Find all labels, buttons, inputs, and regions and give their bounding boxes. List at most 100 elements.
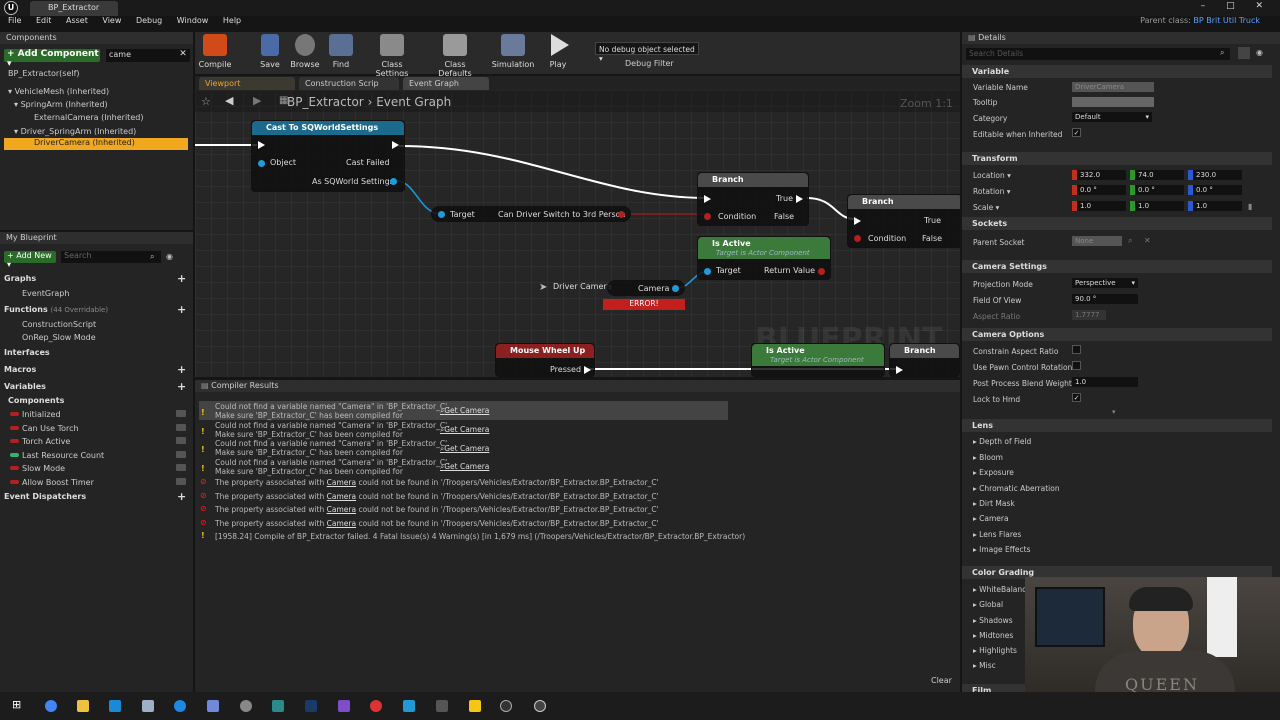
tooltip-field[interactable] xyxy=(1072,97,1154,107)
color-item[interactable]: ▸ Global xyxy=(973,600,1003,609)
unreal-taskbar-icon[interactable] xyxy=(500,700,512,712)
class-settings-button[interactable]: Class Settings xyxy=(365,32,419,78)
variable-item[interactable]: Torch Active xyxy=(22,437,70,446)
tree-item-driver-springarm[interactable]: ▾ Driver_SpringArm (Inherited) xyxy=(14,127,136,136)
visibility-icon[interactable] xyxy=(176,410,186,417)
chrome-icon[interactable] xyxy=(45,700,57,712)
steam-icon[interactable] xyxy=(109,700,121,712)
can-driver-switch-node[interactable]: Target Can Driver Switch to 3rd Person xyxy=(431,206,631,222)
browser-icon[interactable] xyxy=(174,700,186,712)
visibility-icon[interactable] xyxy=(176,451,186,458)
tree-item-springarm[interactable]: ▾ SpringArm (Inherited) xyxy=(14,100,108,109)
lens-item[interactable]: ▸ Camera xyxy=(973,514,1009,523)
cast-node[interactable]: Cast To SQWorldSettings Object Cast Fail… xyxy=(251,120,405,192)
obs-icon[interactable] xyxy=(534,700,546,712)
get-camera-link[interactable]: ⌕Get Camera xyxy=(440,444,489,454)
condition-pin[interactable] xyxy=(854,235,861,242)
tab-event-graph[interactable]: Event Graph xyxy=(403,77,489,90)
exec-in-pin[interactable] xyxy=(896,366,903,374)
exec-out-pin[interactable] xyxy=(392,141,399,149)
components-tab[interactable]: Components xyxy=(0,32,193,44)
aspect-ratio-field[interactable]: 1.7777 xyxy=(1072,310,1106,320)
lock-hmd-checkbox[interactable]: ✓ xyxy=(1072,393,1081,402)
details-tab[interactable]: ▤ Details xyxy=(962,32,1280,44)
visibility-icon[interactable] xyxy=(176,424,186,431)
visual-studio-icon[interactable] xyxy=(338,700,350,712)
lens-item[interactable]: ▸ Depth of Field xyxy=(973,437,1031,446)
variable-item[interactable]: Initialized xyxy=(22,410,61,419)
browse-button[interactable]: Browse xyxy=(289,32,321,69)
sockets-section[interactable]: Sockets xyxy=(962,217,1272,230)
menu-asset[interactable]: Asset xyxy=(66,16,88,25)
app-icon[interactable] xyxy=(403,700,415,712)
camera-link[interactable]: Camera xyxy=(327,492,356,501)
add-dispatcher-icon[interactable]: + xyxy=(177,490,186,503)
menu-file[interactable]: File xyxy=(8,16,21,25)
parent-socket-field[interactable]: None xyxy=(1072,236,1122,246)
tab-construction-script[interactable]: Construction Scrip xyxy=(299,77,399,90)
event-graph-canvas[interactable]: ☆ ◀ ▶ ▦ BP_Extractor › Event Graph Zoom … xyxy=(195,90,960,377)
record-icon[interactable] xyxy=(370,700,382,712)
branch-node[interactable]: Branch True Condition False xyxy=(697,172,809,226)
lock-icon[interactable]: ▮ xyxy=(1248,202,1252,211)
rotation-x[interactable]: 0.0 ° xyxy=(1072,185,1126,195)
camera-options-section[interactable]: Camera Options xyxy=(962,328,1272,341)
get-camera-link[interactable]: ⌕Get Camera xyxy=(440,425,489,435)
components-variable-category[interactable]: Components xyxy=(8,396,64,405)
play-button[interactable]: Play xyxy=(541,32,575,69)
details-search-input[interactable]: Search Details xyxy=(966,48,1230,60)
color-item[interactable]: ▸ Shadows xyxy=(973,616,1013,625)
add-function-icon[interactable]: + xyxy=(177,303,186,316)
exec-in-pin[interactable] xyxy=(854,217,861,225)
return-pin[interactable] xyxy=(818,268,825,275)
variable-name-field[interactable]: DriverCamera xyxy=(1072,82,1154,92)
camera-link[interactable]: Camera xyxy=(327,478,356,487)
camera-settings-section[interactable]: Camera Settings xyxy=(962,260,1272,273)
color-item[interactable]: ▸ Midtones xyxy=(973,631,1013,640)
target-pin[interactable] xyxy=(704,268,711,275)
return-pin[interactable] xyxy=(618,211,625,218)
is-active-node[interactable]: Is Active Target is Actor Component Targ… xyxy=(697,236,831,280)
is-active-node[interactable]: Is Active Target is Actor Component xyxy=(751,343,885,377)
visibility-icon[interactable] xyxy=(176,464,186,471)
eye-icon[interactable]: ◉ xyxy=(166,252,173,261)
rotation-y[interactable]: 0.0 ° xyxy=(1130,185,1184,195)
clear-search-icon[interactable]: ✕ xyxy=(176,49,190,62)
exec-in-pin[interactable] xyxy=(258,141,265,149)
search-icon[interactable]: ⌕ xyxy=(1220,48,1224,58)
color-item[interactable]: ▸ Misc xyxy=(973,661,996,670)
interfaces-category[interactable]: Interfaces xyxy=(4,348,50,357)
rotation-label[interactable]: Rotation ▾ xyxy=(973,187,1011,196)
get-camera-link[interactable]: ⌕Get Camera xyxy=(440,406,489,416)
category-select[interactable]: Default ▾ xyxy=(1072,112,1152,122)
variable-item[interactable]: Slow Mode xyxy=(22,464,65,473)
menu-edit[interactable]: Edit xyxy=(36,16,52,25)
variable-item[interactable]: Last Resource Count xyxy=(22,451,104,460)
scale-label[interactable]: Scale ▾ xyxy=(973,203,999,212)
fov-field[interactable]: 90.0 ° xyxy=(1072,294,1138,304)
as-pin[interactable] xyxy=(390,178,397,185)
condition-pin[interactable] xyxy=(704,213,711,220)
event-graph-item[interactable]: EventGraph xyxy=(22,289,69,298)
app-icon[interactable] xyxy=(469,700,481,712)
lens-item[interactable]: ▸ Chromatic Aberration xyxy=(973,484,1060,493)
add-component-button[interactable]: + Add Component ▾ xyxy=(4,49,100,69)
discord-icon[interactable] xyxy=(207,700,219,712)
menu-view[interactable]: View xyxy=(102,16,121,25)
find-button[interactable]: Find xyxy=(329,32,353,69)
clear-icon[interactable]: ✕ xyxy=(1144,236,1151,245)
rotation-z[interactable]: 0.0 ° xyxy=(1188,185,1242,195)
editable-checkbox[interactable]: ✓ xyxy=(1072,128,1081,137)
object-pin[interactable] xyxy=(258,160,265,167)
pressed-exec-pin[interactable] xyxy=(584,366,591,374)
transform-section[interactable]: Transform xyxy=(962,152,1272,165)
save-button[interactable]: Save xyxy=(257,32,283,69)
expand-arrow-icon[interactable]: ▾ xyxy=(1112,408,1116,416)
lens-item[interactable]: ▸ Dirt Mask xyxy=(973,499,1015,508)
explorer-icon[interactable] xyxy=(77,700,89,712)
camera-link[interactable]: Camera xyxy=(327,505,356,514)
macros-category[interactable]: Macros xyxy=(4,365,36,374)
location-z[interactable]: 230.0 xyxy=(1188,170,1242,180)
projection-mode-select[interactable]: Perspective ▾ xyxy=(1072,278,1138,288)
debug-object-select[interactable]: No debug object selected ▾ xyxy=(595,42,699,63)
